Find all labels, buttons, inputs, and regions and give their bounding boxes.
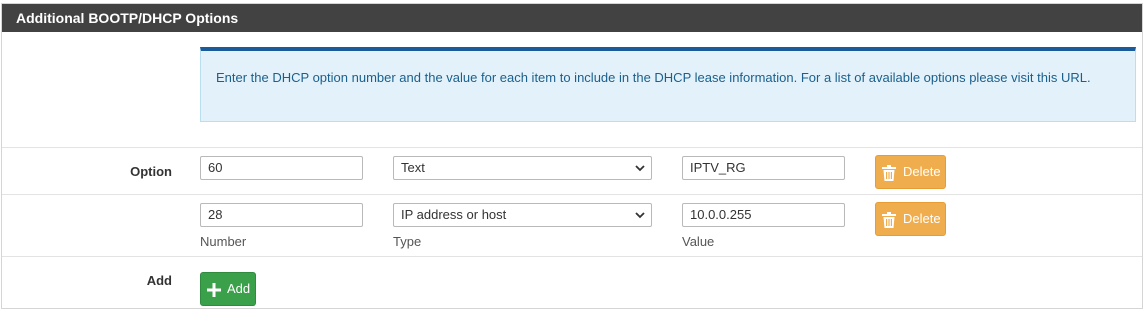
divider [2,147,1142,148]
option-type-value: Text [401,160,425,175]
add-row-label: Add [146,273,172,288]
trash-icon [882,212,896,228]
delete-button-label: Delete [903,164,941,179]
delete-button-label: Delete [903,211,941,226]
dhcp-options-panel: Additional BOOTP/DHCP Options Enter the … [1,3,1143,309]
divider [2,194,1142,195]
panel-title: Additional BOOTP/DHCP Options [2,4,1142,32]
delete-option-button[interactable]: Delete [875,155,946,189]
info-callout: Enter the DHCP option number and the val… [200,47,1136,122]
value-column-label: Value [682,234,715,249]
delete-option-button[interactable]: Delete [875,202,946,236]
number-column-label: Number [200,234,247,249]
option-number-input[interactable]: 60 [200,156,363,180]
chevron-down-icon [635,212,645,219]
add-option-button[interactable]: Add [200,272,256,306]
option-type-select[interactable]: IP address or host [393,203,652,227]
option-row-label: Option [130,164,172,179]
option-value-input[interactable]: 10.0.0.255 [682,203,845,227]
add-button-label: Add [227,281,251,296]
plus-icon [207,283,221,297]
info-text: Enter the DHCP option number and the val… [216,70,1058,85]
option-number-input[interactable]: 28 [200,203,363,227]
option-value-input[interactable]: IPTV_RG [682,156,845,180]
option-type-value: IP address or host [401,207,507,222]
type-column-label: Type [393,234,422,249]
trash-icon [882,165,896,181]
chevron-down-icon [635,165,645,172]
options-url-link[interactable]: URL. [1061,70,1091,85]
divider [2,256,1142,257]
option-type-select[interactable]: Text [393,156,652,180]
